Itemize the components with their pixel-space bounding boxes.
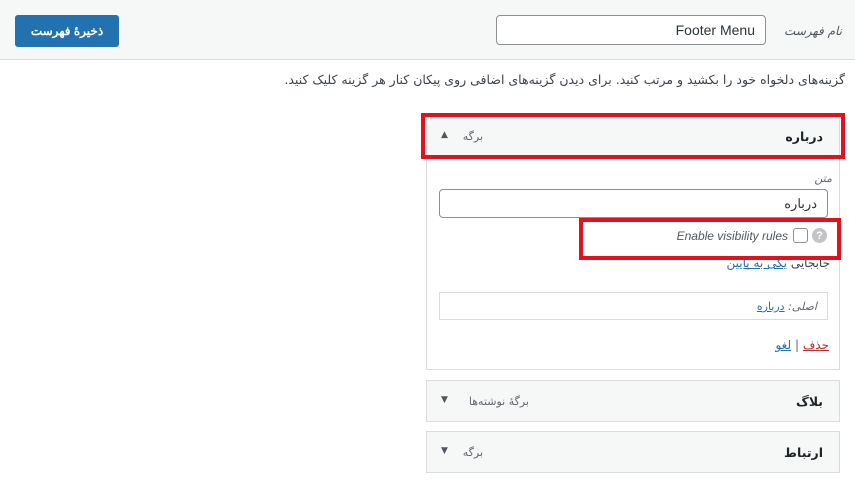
drag-instructions: گزینه‌های دلخواه خود را بکشید و مرتب کنی… <box>284 72 845 87</box>
remove-item-link[interactable]: حذف <box>803 338 829 352</box>
navigation-label-input[interactable] <box>439 189 828 218</box>
menu-item-type: برگهٔ نوشته‌ها <box>468 395 529 408</box>
navigation-label-caption: متن <box>814 172 832 185</box>
menu-name-label: نام فهرست <box>784 24 842 38</box>
save-menu-button[interactable]: ذخیرهٔ فهرست <box>15 15 119 47</box>
menu-item-about[interactable]: درباره برگه ▲ <box>426 115 840 157</box>
menu-item-type: برگه <box>462 130 483 143</box>
original-label: اصلی: <box>788 300 817 313</box>
visibility-rules-checkbox[interactable] <box>793 228 808 243</box>
menu-item-type: برگه <box>462 446 483 459</box>
item-actions: حذف | لغو <box>775 338 829 352</box>
help-icon[interactable]: ? <box>812 228 827 243</box>
menu-item-title: ارتباط <box>784 445 823 460</box>
action-separator: | <box>794 338 800 352</box>
menu-header-bar: ذخیرهٔ فهرست نام فهرست <box>0 0 855 60</box>
original-link-box: اصلی: درباره <box>439 292 828 320</box>
move-down-link[interactable]: یکی به پایین <box>727 256 787 270</box>
expand-arrow-icon[interactable]: ▼ <box>441 446 448 456</box>
menu-name-input[interactable] <box>496 15 766 45</box>
menu-item-title: بلاگ <box>796 394 823 409</box>
expand-arrow-icon[interactable]: ▼ <box>441 395 448 405</box>
move-row: جابجایی یکی به پایین <box>727 256 830 270</box>
cancel-item-link[interactable]: لغو <box>775 338 791 352</box>
original-page-link[interactable]: درباره <box>757 300 785 313</box>
menu-item-contact[interactable]: ارتباط برگه ▼ <box>426 431 840 473</box>
move-label: جابجایی <box>790 256 830 270</box>
menu-item-blog[interactable]: بلاگ برگهٔ نوشته‌ها ▼ <box>426 380 840 422</box>
visibility-rules-row: Enable visibility rules ? <box>585 225 830 247</box>
menu-item-title: درباره <box>785 129 823 144</box>
collapse-arrow-icon[interactable]: ▲ <box>441 130 448 140</box>
visibility-rules-label: Enable visibility rules <box>676 229 788 243</box>
